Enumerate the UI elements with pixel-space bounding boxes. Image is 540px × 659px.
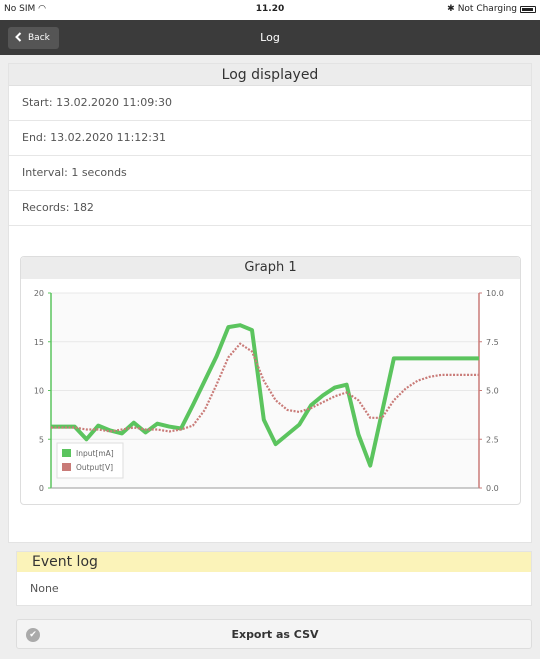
legend-label-input: Input[mA]	[76, 449, 114, 458]
log-records: Records: 182	[9, 191, 531, 226]
bluetooth-icon: ✱	[447, 4, 455, 14]
event-log-panel: Event log None	[16, 551, 532, 606]
page-title: Log	[260, 31, 280, 44]
y-tick-left: 5	[39, 435, 44, 444]
y-tick-right: 5.0	[486, 387, 499, 396]
graph-chart: 0 0.0 5 2.5 10 5.0 15 7.5 20 10.0 Input[mA] Output[…	[34, 289, 504, 493]
log-start: Start: 13.02.2020 11:09:30	[9, 86, 531, 121]
export-csv-label: Export as CSV	[231, 628, 319, 641]
event-log-header: Event log	[17, 552, 531, 572]
y-tick-left: 15	[34, 338, 44, 347]
legend-label-output: Output[V]	[76, 463, 113, 472]
y-tick-right: 10.0	[486, 289, 504, 298]
y-tick-left: 0	[39, 484, 44, 493]
y-tick-right: 7.5	[486, 338, 499, 347]
y-tick-left: 10	[34, 387, 44, 396]
status-bar: No SIM ◠ 11.20 ✱ Not Charging	[0, 0, 540, 20]
navigation-bar: Back Log	[0, 20, 540, 55]
y-tick-right: 0.0	[486, 484, 499, 493]
legend-swatch-input	[62, 449, 71, 457]
export-csv-button[interactable]: ✔ Export as CSV	[16, 619, 532, 649]
y-tick-right: 2.5	[486, 435, 499, 444]
legend-swatch-output	[62, 463, 71, 471]
charging-label: Not Charging	[457, 4, 517, 14]
battery-status: ✱ Not Charging	[447, 4, 536, 14]
y-tick-left: 20	[34, 289, 44, 298]
graph-title: Graph 1	[21, 257, 520, 279]
graph-card: Graph 1 0 0.0 5 2.5 10 5.0 15 7.5 20 10.0 Input[mA…	[20, 256, 521, 505]
log-end: End: 13.02.2020 11:12:31	[9, 121, 531, 156]
event-log-body: None	[30, 582, 59, 595]
log-header: Log displayed	[9, 64, 531, 86]
log-interval: Interval: 1 seconds	[9, 156, 531, 191]
battery-icon	[520, 5, 536, 13]
